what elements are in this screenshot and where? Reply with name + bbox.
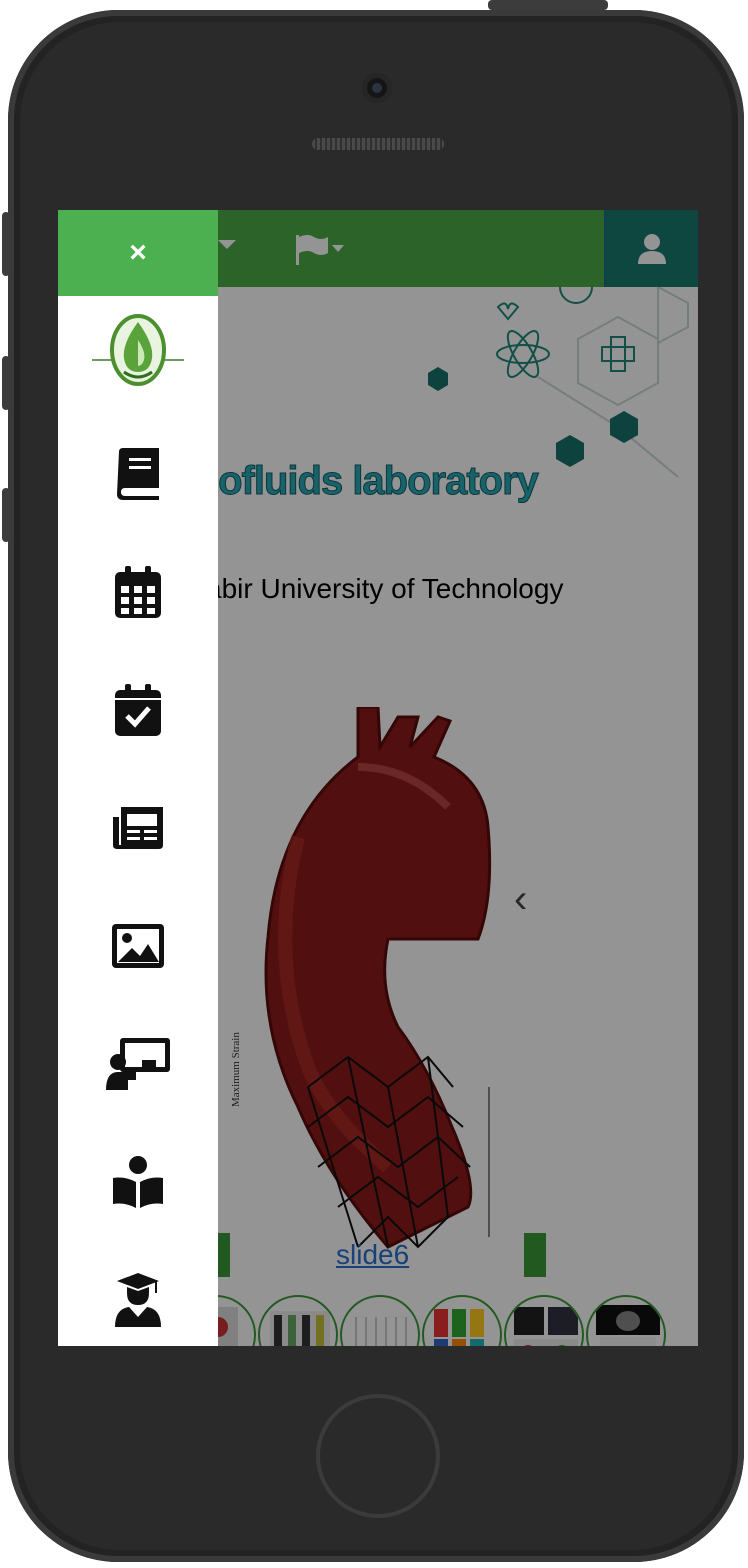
thumbnail-3[interactable] (340, 1295, 420, 1346)
close-icon: × (129, 236, 147, 269)
graduate-icon (115, 1273, 161, 1327)
flag-icon (296, 235, 344, 265)
volume-up-button (2, 356, 10, 410)
aorta-stent-image (264, 707, 492, 1249)
thumbnail-6[interactable] (586, 1295, 666, 1346)
thumbnail-5[interactable] (504, 1295, 584, 1346)
newspaper-icon (113, 807, 163, 849)
drawer-close-button[interactable]: × (58, 210, 218, 296)
menu-item-calendar[interactable] (58, 542, 218, 642)
user-account-button[interactable] (604, 210, 698, 287)
lab-logo (92, 314, 184, 386)
calendar-check-icon (115, 684, 161, 736)
phone-screen: iofluids laboratory abir University of T… (58, 210, 698, 1346)
slider-indicator-right (524, 1233, 546, 1277)
thumbnail-2[interactable] (258, 1295, 338, 1346)
chart-axis-label: Maximum Strain (230, 1032, 242, 1107)
front-camera (362, 73, 392, 103)
slider-prev-arrow[interactable]: ‹ (514, 877, 527, 922)
side-drawer: × (58, 210, 218, 1346)
earpiece-speaker (312, 138, 444, 150)
slide-caption-link[interactable]: slide6 (336, 1239, 409, 1271)
calendar-icon (115, 566, 161, 618)
menu-item-students[interactable] (58, 1250, 218, 1346)
book-reader-icon (113, 1156, 163, 1208)
user-icon (638, 233, 666, 264)
teacher-icon (106, 1038, 170, 1090)
home-button[interactable] (316, 1394, 440, 1518)
book-icon (117, 448, 159, 500)
image-icon (112, 924, 164, 968)
dropdown-caret-icon[interactable] (218, 240, 236, 249)
page-title: iofluids laboratory (208, 459, 540, 504)
menu-item-events[interactable] (58, 660, 218, 760)
language-flag-button[interactable] (294, 230, 354, 270)
thumbnail-4[interactable] (422, 1295, 502, 1346)
menu-item-news[interactable] (58, 778, 218, 878)
mute-switch (2, 212, 10, 276)
page-subtitle: abir University of Technology (206, 573, 564, 604)
menu-item-courses[interactable] (58, 1014, 218, 1114)
menu-item-education[interactable] (58, 1132, 218, 1232)
menu-item-publications[interactable] (58, 424, 218, 524)
volume-down-button (2, 488, 10, 542)
power-button (488, 0, 608, 10)
menu-item-gallery[interactable] (58, 896, 218, 996)
